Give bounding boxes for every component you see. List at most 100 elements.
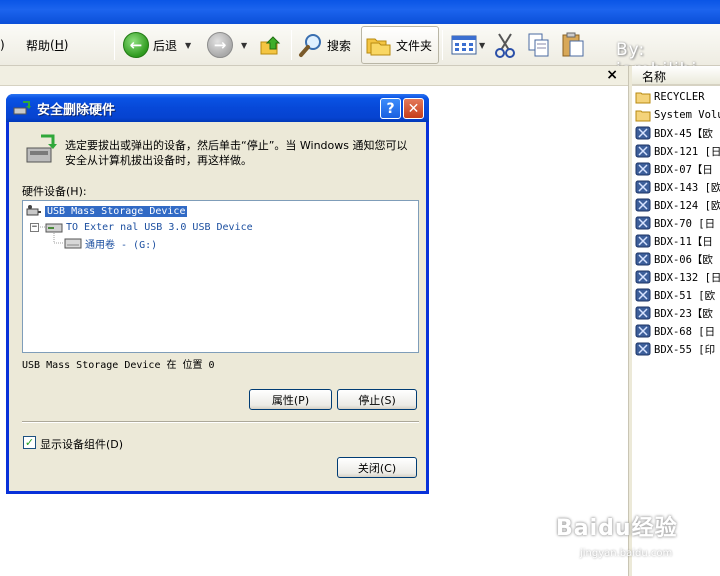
file-name: BDX-45【欧	[654, 127, 713, 140]
folders-icon	[366, 38, 391, 56]
file-name: BDX-121 [日	[654, 145, 720, 158]
back-button[interactable]: ← 后退 ▼	[123, 24, 191, 66]
media-file-icon	[635, 252, 651, 266]
question-icon: ?	[386, 100, 395, 117]
file-list-item[interactable]: BDX-45【欧	[635, 124, 720, 142]
show-components-label: 显示设备组件(D)	[40, 438, 124, 451]
volume-icon	[64, 238, 82, 249]
media-file-icon	[635, 180, 651, 194]
forward-dropdown-icon[interactable]: ▼	[241, 41, 247, 50]
menu-fragment: )	[0, 38, 5, 52]
views-button[interactable]: ▼	[451, 24, 485, 66]
dialog-title: 安全删除硬件	[37, 102, 116, 118]
show-components-checkbox[interactable]: ✓	[23, 436, 36, 449]
help-menu-label: 帮助	[26, 38, 51, 53]
back-label: 后退	[153, 38, 178, 53]
media-file-icon	[635, 288, 651, 302]
close-button[interactable]: 关闭(C)	[337, 457, 417, 478]
file-name: BDX-143 [欧	[654, 181, 720, 194]
help-menu[interactable]: 帮助 (H)	[26, 24, 68, 66]
search-label: 搜索	[327, 38, 352, 53]
paste-button[interactable]	[561, 24, 585, 66]
stop-button[interactable]: 停止(S)	[337, 389, 417, 410]
file-list-item[interactable]: BDX-68 [日	[635, 322, 720, 340]
file-list-item[interactable]: BDX-70 [日	[635, 214, 720, 232]
folders-button[interactable]: 文件夹	[361, 26, 439, 64]
device-tree[interactable]: USB Mass Storage Device − TO Exter nal U…	[22, 200, 419, 353]
paste-icon	[562, 32, 584, 57]
folder-icon	[635, 110, 651, 122]
disk-drive-icon	[45, 223, 63, 233]
file-list-item[interactable]: BDX-51 [欧	[635, 286, 720, 304]
up-folder-button[interactable]	[259, 24, 283, 66]
scissors-icon	[495, 33, 515, 58]
tree-item-volume-g[interactable]: 通用卷 - (G:)	[64, 235, 157, 251]
hardware-devices-label: 硬件设备(H):	[22, 185, 87, 198]
media-file-icon	[635, 306, 651, 320]
close-pane-icon[interactable]: ×	[606, 67, 618, 83]
file-name: BDX-23【欧	[654, 307, 713, 320]
views-dropdown-icon: ▼	[479, 40, 486, 50]
file-list-item[interactable]: BDX-121 [日	[635, 142, 720, 160]
file-name: BDX-132 [日	[654, 271, 720, 284]
file-name: BDX-124 [欧	[654, 199, 720, 212]
file-list-item[interactable]: BDX-132 [日	[635, 268, 720, 286]
name-column-header[interactable]: 名称	[632, 66, 720, 86]
media-file-icon	[635, 198, 651, 212]
tree-item-external-usb[interactable]: − TO Exter nal USB 3.0 USB Device	[30, 219, 253, 235]
file-name: RECYCLER	[654, 91, 705, 103]
media-file-icon	[635, 342, 651, 356]
toolbar-separator	[291, 30, 292, 60]
tree-collapse-icon[interactable]: −	[30, 222, 39, 232]
search-button[interactable]: 搜索	[298, 24, 351, 66]
device-location-status: USB Mass Storage Device 在 位置 0	[22, 360, 215, 371]
back-arrow-icon: ←	[123, 32, 149, 58]
explorer-toolbar: ) 帮助 (H) ← 后退 ▼ → ▼ 搜索 文件夹 ▼	[0, 24, 720, 66]
file-list-item[interactable]: RECYCLER	[635, 88, 720, 106]
hardware-device-icon	[26, 134, 57, 163]
file-list-item[interactable]: BDX-55 [印	[635, 340, 720, 358]
search-icon	[299, 34, 321, 57]
copy-button[interactable]	[527, 24, 551, 66]
file-list-item[interactable]: System Volu	[635, 106, 720, 124]
forward-arrow-icon: →	[207, 32, 233, 58]
window-title-bar	[0, 0, 720, 24]
forward-button[interactable]: → ▼	[207, 24, 247, 66]
file-name: BDX-07【日	[654, 163, 713, 176]
file-name: BDX-55 [印	[654, 343, 716, 356]
file-name: BDX-68 [日	[654, 325, 716, 338]
file-name: BDX-06【欧	[654, 253, 713, 266]
file-list-item[interactable]: BDX-143 [欧	[635, 178, 720, 196]
copy-icon	[528, 33, 549, 57]
folder-icon	[635, 92, 651, 104]
help-title-button[interactable]: ?	[380, 98, 401, 119]
baidu-url-watermark: jingyan.baidu.com	[580, 548, 673, 559]
file-name: BDX-70 [日	[654, 217, 716, 230]
pane-header: ×	[0, 66, 628, 86]
file-name: BDX-11【日	[654, 235, 713, 248]
usb-hardware-icon	[13, 101, 31, 115]
close-icon: ✕	[407, 100, 420, 117]
toolbar-separator	[442, 30, 443, 60]
media-file-icon	[635, 126, 651, 140]
up-folder-icon	[260, 36, 281, 55]
safely-remove-hardware-dialog: 安全删除硬件 ? ✕ 选定要拔出或弹出的设备，然后单击“停止”。当 Window…	[6, 94, 429, 494]
file-list-item[interactable]: BDX-06【欧	[635, 250, 720, 268]
cut-button[interactable]	[494, 24, 516, 66]
media-file-icon	[635, 144, 651, 158]
tree-item-label: 通用卷 - (G:)	[85, 239, 158, 251]
file-list-item[interactable]: BDX-23【欧	[635, 304, 720, 322]
file-name: System Volu	[654, 109, 720, 121]
folders-label: 文件夹	[396, 38, 433, 53]
properties-button[interactable]: 属性(P)	[249, 389, 332, 410]
file-list-item[interactable]: BDX-07【日	[635, 160, 720, 178]
media-file-icon	[635, 216, 651, 230]
checkmark-icon: ✓	[24, 436, 35, 449]
close-title-button[interactable]: ✕	[403, 98, 424, 119]
file-list-item[interactable]: BDX-11【日	[635, 232, 720, 250]
file-list-item[interactable]: BDX-124 [欧	[635, 196, 720, 214]
tree-item-label: TO Exter nal USB 3.0 USB Device	[66, 221, 253, 233]
views-icon	[451, 35, 477, 55]
dialog-title-bar[interactable]: 安全删除硬件 ? ✕	[6, 94, 429, 122]
back-dropdown-icon[interactable]: ▼	[185, 41, 191, 50]
